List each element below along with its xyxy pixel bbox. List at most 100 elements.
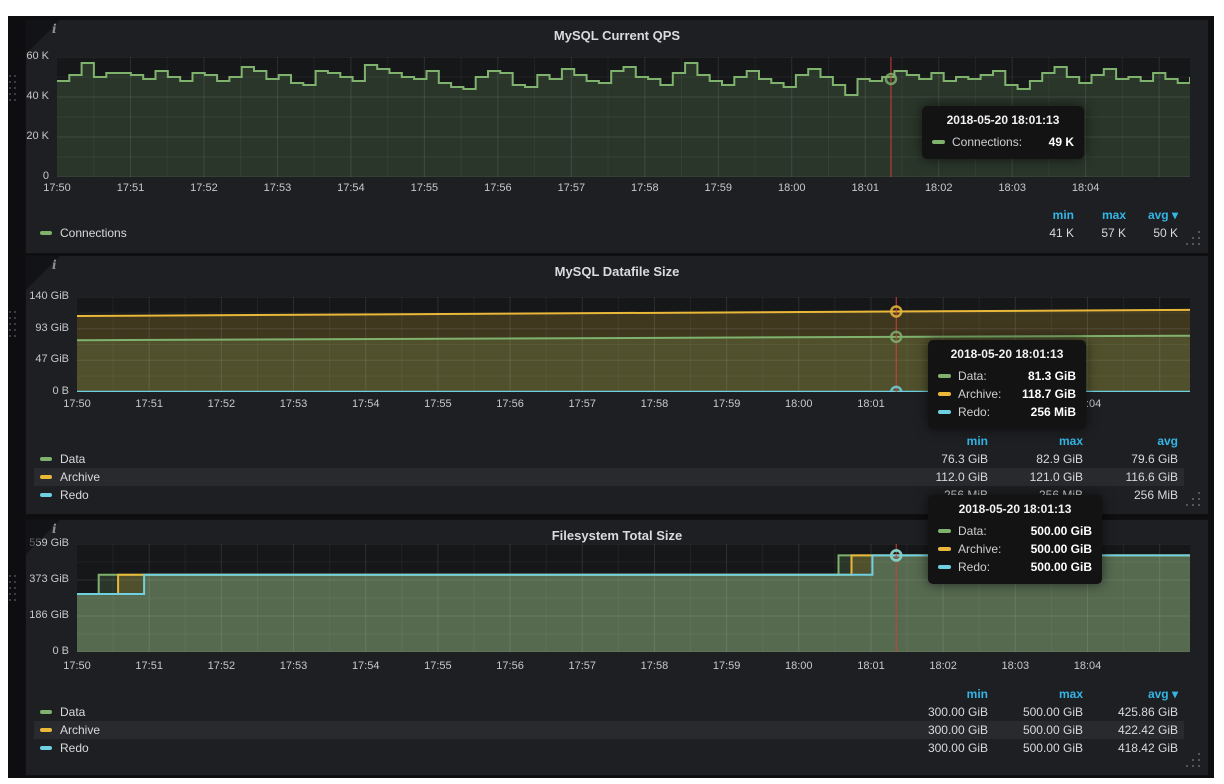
x-axis-label: 17:50 bbox=[63, 398, 91, 410]
x-axis-label: 17:54 bbox=[352, 660, 380, 672]
legend-stat-value: 121.0 GiB bbox=[988, 470, 1083, 484]
tooltip-timestamp: 2018-05-20 18:01:13 bbox=[932, 113, 1074, 127]
legend-row: Redo300.00 GiB500.00 GiB418.42 GiB bbox=[34, 739, 1184, 757]
tooltip-series-row: Data:81.3 GiB bbox=[938, 367, 1076, 385]
panel-filesystem-total-size: i Filesystem Total Size minmaxavg ▾Data3… bbox=[26, 520, 1208, 775]
drag-handle-icon[interactable] bbox=[9, 575, 11, 577]
x-axis-label: 17:52 bbox=[190, 182, 218, 194]
tooltip-series-value: 500.00 GiB bbox=[1031, 560, 1092, 574]
legend-sort-avg[interactable]: avg ▾ bbox=[1126, 208, 1178, 222]
x-axis-label: 17:51 bbox=[117, 182, 145, 194]
x-axis-label: 17:53 bbox=[280, 660, 308, 672]
legend-sort-max[interactable]: max bbox=[988, 687, 1083, 701]
legend-sort-min[interactable]: min bbox=[893, 434, 988, 448]
legend-header-row: minmaxavg ▾ bbox=[34, 685, 1184, 703]
legend-series-label: Data bbox=[60, 452, 85, 466]
legend-sort-min[interactable]: min bbox=[893, 687, 988, 701]
x-axis-label: 17:53 bbox=[280, 398, 308, 410]
drag-handle-icon[interactable] bbox=[9, 311, 11, 313]
x-axis-label: 17:55 bbox=[424, 660, 452, 672]
x-axis-label: 18:03 bbox=[998, 182, 1026, 194]
resize-handle-icon[interactable] bbox=[1198, 765, 1200, 767]
legend-series-redo[interactable]: Redo bbox=[40, 741, 893, 755]
y-axis-label: 20 K bbox=[26, 130, 49, 142]
legend-sort-max[interactable]: max bbox=[1074, 208, 1126, 222]
tooltip-series-value: 500.00 GiB bbox=[1031, 524, 1092, 538]
x-axis-label: 17:58 bbox=[631, 182, 659, 194]
x-axis-label: 17:56 bbox=[496, 660, 524, 672]
resize-handle-icon[interactable] bbox=[1198, 504, 1200, 506]
drag-handle-icon[interactable] bbox=[9, 75, 11, 77]
x-axis-label: 17:58 bbox=[641, 660, 669, 672]
x-axis-label: 17:59 bbox=[713, 660, 741, 672]
legend-sort-max[interactable]: max bbox=[988, 434, 1083, 448]
x-axis-label: 17:55 bbox=[424, 398, 452, 410]
legend-row: Archive300.00 GiB500.00 GiB422.42 GiB bbox=[34, 721, 1184, 739]
legend-series-archive[interactable]: Archive bbox=[40, 723, 893, 737]
legend-series-redo[interactable]: Redo bbox=[40, 488, 893, 502]
tooltip-series-row: Archive:118.7 GiB bbox=[938, 385, 1076, 403]
y-axis-label: 186 GiB bbox=[26, 609, 69, 621]
tooltip-timestamp: 2018-05-20 18:01:13 bbox=[938, 502, 1092, 516]
legend-sort-avg[interactable]: avg ▾ bbox=[1083, 687, 1178, 701]
y-axis-label: 0 bbox=[26, 170, 49, 182]
x-axis-label: 17:57 bbox=[568, 660, 596, 672]
tooltip-series-color-icon bbox=[938, 529, 951, 533]
x-axis-label: 18:01 bbox=[857, 398, 885, 410]
legend-series-label: Data bbox=[60, 705, 85, 719]
legend-series-label: Redo bbox=[60, 488, 89, 502]
legend-series-data[interactable]: Data bbox=[40, 452, 893, 466]
legend-stat-value: 112.0 GiB bbox=[893, 470, 988, 484]
legend-series-color-icon bbox=[40, 493, 52, 497]
x-axis-label: 17:55 bbox=[411, 182, 439, 194]
y-axis-label: 0 B bbox=[26, 645, 69, 657]
x-axis-label: 17:51 bbox=[135, 398, 163, 410]
y-axis-label: 93 GiB bbox=[26, 322, 69, 334]
tooltip-series-row: Connections:49 K bbox=[932, 133, 1074, 151]
legend-series-color-icon bbox=[40, 746, 52, 750]
legend-stat-value: 116.6 GiB bbox=[1083, 470, 1178, 484]
x-axis-label: 18:02 bbox=[929, 660, 957, 672]
legend-series-connections[interactable]: Connections bbox=[40, 226, 1022, 240]
legend: minmaxavg Data 76.3 GiB82.9 GiB79.6 GiB Arc… bbox=[34, 432, 1184, 504]
legend-series-color-icon bbox=[40, 728, 52, 732]
resize-handle-icon[interactable] bbox=[1198, 243, 1200, 245]
tooltip-series-row: Redo:500.00 GiB bbox=[938, 558, 1092, 576]
legend-stat-value: 425.86 GiB bbox=[1083, 705, 1178, 719]
legend-series-data[interactable]: Data bbox=[40, 705, 893, 719]
tooltip-series-value: 81.3 GiB bbox=[1028, 369, 1076, 383]
x-axis-label: 17:59 bbox=[705, 182, 733, 194]
legend-series-color-icon bbox=[40, 475, 52, 479]
x-axis-label: 17:59 bbox=[713, 398, 741, 410]
x-axis-label: 18:04 bbox=[1072, 182, 1100, 194]
legend-header-row: minmaxavg ▾ bbox=[34, 206, 1184, 224]
legend-stat-value: 41 K bbox=[1022, 226, 1074, 240]
tooltip-series-label: Redo: bbox=[958, 405, 990, 419]
legend-stat-value: 76.3 GiB bbox=[893, 452, 988, 466]
legend-header-row: minmaxavg bbox=[34, 432, 1184, 450]
panel-title[interactable]: MySQL Datafile Size bbox=[26, 264, 1208, 279]
x-axis-label: 18:04 bbox=[1074, 660, 1102, 672]
tooltip-series-color-icon bbox=[932, 140, 945, 144]
legend-series-color-icon bbox=[40, 231, 52, 235]
legend-stat-value: 300.00 GiB bbox=[893, 723, 988, 737]
legend-series-archive[interactable]: Archive bbox=[40, 470, 893, 484]
legend-stat-value: 82.9 GiB bbox=[988, 452, 1083, 466]
legend-sort-min[interactable]: min bbox=[1022, 208, 1074, 222]
legend-series-color-icon bbox=[40, 457, 52, 461]
legend-stat-value: 57 K bbox=[1074, 226, 1126, 240]
x-axis-label: 17:58 bbox=[641, 398, 669, 410]
panel-title[interactable]: MySQL Current QPS bbox=[26, 28, 1208, 43]
chart-tooltip: 2018-05-20 18:01:13 Connections:49 K bbox=[922, 106, 1084, 159]
legend-stat-value: 79.6 GiB bbox=[1083, 452, 1178, 466]
legend-stat-value: 500.00 GiB bbox=[988, 705, 1083, 719]
legend-sort-avg[interactable]: avg bbox=[1083, 434, 1178, 448]
tooltip-series-value: 118.7 GiB bbox=[1022, 387, 1076, 401]
tooltip-series-value: 256 MiB bbox=[1031, 405, 1076, 419]
x-axis-label: 17:54 bbox=[337, 182, 365, 194]
legend-stat-value: 300.00 GiB bbox=[893, 741, 988, 755]
legend-series-label: Redo bbox=[60, 741, 89, 755]
y-axis-label: 40 K bbox=[26, 90, 49, 102]
legend-series-label: Connections bbox=[60, 226, 127, 240]
tooltip-series-label: Archive: bbox=[958, 542, 1001, 556]
